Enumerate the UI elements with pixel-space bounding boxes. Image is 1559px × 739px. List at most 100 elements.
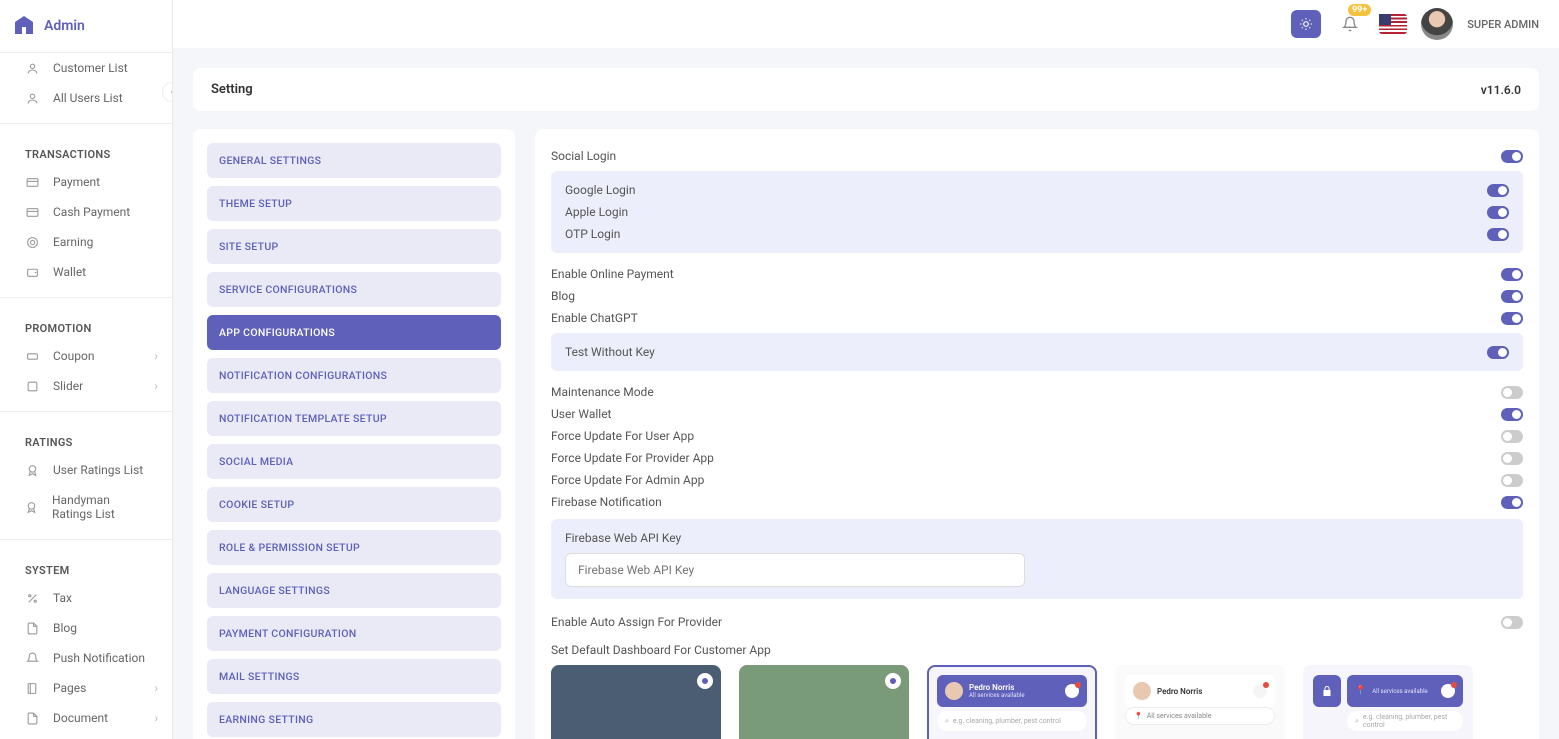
lock-icon	[1313, 675, 1341, 707]
dashboard-option-4[interactable]: Pedro Norris 📍 All services available	[1115, 665, 1285, 739]
config-tab-general-settings[interactable]: GENERAL SETTINGS	[207, 143, 501, 178]
config-tab-notification-template-setup[interactable]: NOTIFICATION TEMPLATE SETUP	[207, 401, 501, 436]
firebase-key-input[interactable]	[565, 553, 1025, 587]
config-tab-language-settings[interactable]: LANGUAGE SETTINGS	[207, 573, 501, 608]
sidebar-item-document[interactable]: Document›	[0, 703, 172, 733]
sidebar-item-cash-payment[interactable]: Cash Payment	[0, 197, 172, 227]
dashboard-option-5[interactable]: 📍 All services available ⌕ e.g. cleaning…	[1303, 665, 1473, 739]
card-icon	[25, 175, 39, 189]
dashboard-option-2[interactable]	[739, 665, 909, 739]
sun-icon	[1299, 17, 1313, 31]
config-tab-theme-setup[interactable]: THEME SETUP	[207, 186, 501, 221]
sidebar-item-payment[interactable]: Payment	[0, 167, 172, 197]
sidebar-item-pages[interactable]: Pages›	[0, 673, 172, 703]
doc-icon	[25, 621, 39, 635]
sidebar-item-wallet[interactable]: Wallet	[0, 257, 172, 287]
setting-label: Firebase Notification	[551, 495, 662, 509]
config-tab-notification-configurations[interactable]: NOTIFICATION CONFIGURATIONS	[207, 358, 501, 393]
preview-header: Pedro Norris	[1125, 675, 1275, 707]
sidebar-item-earning[interactable]: Earning	[0, 227, 172, 257]
toggle-chatgpt[interactable]	[1501, 312, 1523, 325]
page-title: Setting	[211, 82, 253, 97]
sidebar-item-label: Handyman Ratings List	[52, 493, 147, 521]
setting-label: Blog	[551, 289, 575, 303]
sidebar-item-label: Cash Payment	[53, 205, 130, 219]
brand-row[interactable]: Admin	[0, 0, 172, 53]
setting-chatgpt: Enable ChatGPT	[551, 307, 1523, 329]
chevron-right-icon: ›	[154, 349, 158, 363]
sidebar-item-label: Slider	[53, 379, 83, 393]
toggle-force-user[interactable]	[1501, 430, 1523, 443]
setting-label: Apple Login	[565, 205, 628, 219]
sidebar-item-coupon[interactable]: Coupon›	[0, 341, 172, 371]
config-tab-list: GENERAL SETTINGS THEME SETUP SITE SETUP SER…	[193, 129, 515, 739]
sidebar-section-transactions: TRANSACTIONS	[0, 134, 172, 167]
setting-blog: Blog	[551, 285, 1523, 307]
config-tab-cookie-setup[interactable]: COOKIE SETUP	[207, 487, 501, 522]
toggle-social-login[interactable]	[1501, 150, 1523, 163]
sidebar-item-user-ratings-list[interactable]: User Ratings List	[0, 455, 172, 485]
sidebar-item-label: Blog	[53, 621, 77, 635]
toggle-online-payment[interactable]	[1501, 268, 1523, 281]
avatar[interactable]	[1421, 8, 1453, 40]
config-tab-payment-configuration[interactable]: PAYMENT CONFIGURATION	[207, 616, 501, 651]
preview-search-hint: e.g. cleaning, plumber, pest control	[1363, 713, 1455, 729]
card-icon	[25, 205, 39, 219]
sidebar-item-push-notification[interactable]: Push Notification	[0, 643, 172, 673]
preview-search: ⌕ e.g. cleaning, plumber, pest control	[937, 711, 1087, 731]
logo-icon	[12, 14, 36, 38]
setting-force-admin: Force Update For Admin App	[551, 469, 1523, 491]
toggle-firebase[interactable]	[1501, 496, 1523, 509]
setting-force-provider: Force Update For Provider App	[551, 447, 1523, 469]
config-tab-social-media[interactable]: SOCIAL MEDIA	[207, 444, 501, 479]
sidebar-item-blog[interactable]: Blog	[0, 613, 172, 643]
locale-flag-button[interactable]	[1379, 14, 1407, 34]
sidebar-item-all-users-list[interactable]: All Users List	[0, 83, 172, 113]
config-tab-mail-settings[interactable]: MAIL SETTINGS	[207, 659, 501, 694]
setting-label: Test Without Key	[565, 345, 655, 359]
toggle-maintenance[interactable]	[1501, 386, 1523, 399]
toggle-force-admin[interactable]	[1501, 474, 1523, 487]
toggle-blog[interactable]	[1501, 290, 1523, 303]
notifications-button[interactable]: 99+	[1335, 10, 1365, 38]
bell-icon	[25, 651, 39, 665]
theme-toggle-button[interactable]	[1291, 10, 1321, 38]
user-icon	[25, 61, 39, 75]
sidebar-item-customer-list[interactable]: Customer List	[0, 53, 172, 83]
setting-otp-login: OTP Login	[551, 223, 1523, 245]
config-tab-site-setup[interactable]: SITE SETUP	[207, 229, 501, 264]
sidebar-item-frontend-setting[interactable]: Frontend Setting	[0, 733, 172, 739]
setting-label: Maintenance Mode	[551, 385, 654, 399]
sidebar: Admin ‹ Customer ListAll Users ListTRANS…	[0, 0, 173, 739]
toggle-user-wallet[interactable]	[1501, 408, 1523, 421]
setting-label: Force Update For Admin App	[551, 473, 704, 487]
toggle-apple-login[interactable]	[1487, 206, 1509, 219]
sidebar-item-tax[interactable]: Tax	[0, 583, 172, 613]
dashboard-option-1[interactable]	[551, 665, 721, 739]
config-tab-service-configurations[interactable]: SERVICE CONFIGURATIONS	[207, 272, 501, 307]
setting-label: Force Update For User App	[551, 429, 694, 443]
toggle-force-provider[interactable]	[1501, 452, 1523, 465]
toggle-auto-assign[interactable]	[1501, 616, 1523, 629]
sidebar-item-label: Wallet	[53, 265, 86, 279]
preview-avatar	[945, 682, 963, 700]
sidebar-item-label: Customer List	[53, 61, 128, 75]
sidebar-item-handyman-ratings-list[interactable]: Handyman Ratings List	[0, 485, 172, 529]
dashboard-option-3[interactable]: Pedro Norris All services available ⌕ e.…	[927, 665, 1097, 739]
preview-dropdown: 📍 All services available	[1125, 707, 1275, 725]
config-tab-app-configurations[interactable]: APP CONFIGURATIONS	[207, 315, 501, 350]
setting-social-login: Social Login	[551, 145, 1523, 167]
config-tab-earning-setting[interactable]: EARNING SETTING	[207, 702, 501, 737]
toggle-google-login[interactable]	[1487, 184, 1509, 197]
config-tab-role-permission-setup[interactable]: ROLE & PERMISSION SETUP	[207, 530, 501, 565]
setting-user-wallet: User Wallet	[551, 403, 1523, 425]
toggle-otp-login[interactable]	[1487, 228, 1509, 241]
setting-label: Social Login	[551, 149, 616, 163]
toggle-test-without-key[interactable]	[1487, 346, 1509, 359]
sidebar-item-slider[interactable]: Slider›	[0, 371, 172, 401]
preview-bell-icon	[1441, 684, 1455, 698]
sidebar-section-ratings: RATINGS	[0, 422, 172, 455]
setting-firebase: Firebase Notification	[551, 491, 1523, 513]
notif-badge: 99+	[1348, 4, 1371, 16]
setting-google-login: Google Login	[551, 179, 1523, 201]
